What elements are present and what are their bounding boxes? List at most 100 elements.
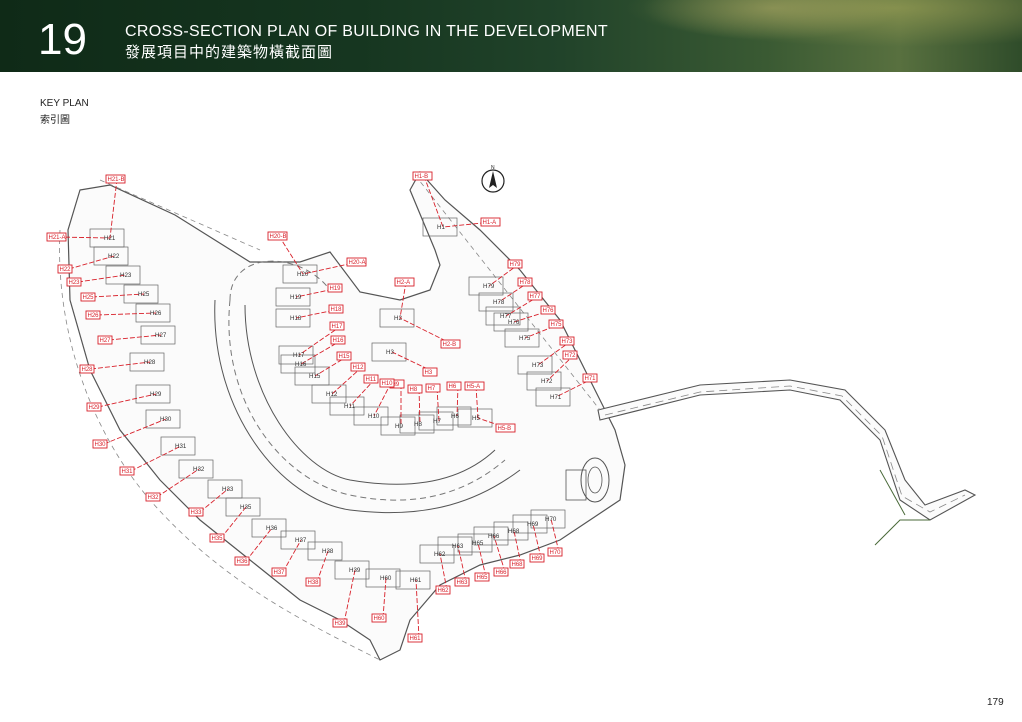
house-label: H37 [295,537,307,544]
house-label: H38 [322,548,334,555]
section-tag: H63 [454,577,470,587]
section-tag-label: H12 [353,365,365,371]
house-label: H12 [326,391,338,398]
house-label: H69 [527,521,539,528]
section-tag-label: H76 [543,308,555,314]
house-label: H10 [368,413,380,420]
section-tag-label: H2-A [397,280,411,286]
house-label: H78 [493,299,505,306]
section-tag: H21-B [105,174,126,184]
section-tag: H37 [271,567,287,577]
house-label: H60 [380,575,392,582]
house-label: H27 [155,332,167,339]
house-label: H16 [295,361,307,368]
section-tag-label: H20-B [270,234,287,240]
section-tag-label: H22 [60,267,72,273]
section-tag-label: H71 [585,376,597,382]
section-tag-label: H18 [331,307,343,313]
section-tag-label: H73 [562,339,574,345]
house-label: H11 [344,403,355,410]
section-tag: H16 [330,335,346,345]
section-tag: H20-B [267,231,288,241]
house-label: H31 [175,443,187,450]
house-label: H8 [414,421,422,428]
section-tag-label: H63 [457,580,469,586]
house-label: H77 [500,313,512,320]
section-tag: H76 [540,305,556,315]
section-tag: H20-A [346,257,367,267]
section-tag-label: H39 [335,621,347,627]
section-tag: H35 [209,533,225,543]
section-tag: H66 [493,567,509,577]
section-tag-label: H16 [333,338,345,344]
house-label: H23 [120,272,132,279]
section-tag-label: H15 [339,354,351,360]
section-tag-label: H23 [69,280,81,286]
section-tag-label: H36 [237,559,249,565]
house-label: H30 [160,416,172,423]
section-tag-label: H29 [89,405,101,411]
section-tag: H68 [509,559,525,569]
section-tag: H69 [529,553,545,563]
house-label: H32 [193,466,205,473]
house-label: H2 [394,315,402,322]
house-label: H68 [508,528,520,535]
section-tag-label: H38 [308,580,320,586]
section-tag: H28 [79,364,95,374]
section-tag: H21-A [46,232,67,242]
section-tag: H60 [371,613,387,623]
section-tag-label: H60 [374,616,386,622]
house-label: H79 [483,283,495,290]
site-boundary [67,170,626,661]
section-tag: H39 [332,618,348,628]
section-tag: H78 [517,277,533,287]
section-tag: H5-A [464,381,485,391]
section-tag-label: H75 [551,322,563,328]
house-label: H36 [266,525,278,532]
section-tag: H29 [86,402,102,412]
section-tag-label: H26 [88,313,100,319]
section-tag-label: H72 [565,353,577,359]
section-tag: H36 [234,556,250,566]
house-label: H17 [293,352,305,359]
section-tag-label: H11 [366,377,377,383]
section-tag: H15 [336,351,352,361]
section-tag-label: H69 [532,556,544,562]
section-tag: H32 [145,492,161,502]
section-tag-label: H62 [438,588,450,594]
section-tag: H38 [305,577,321,587]
section-tag-label: H61 [410,636,422,642]
section-tag: H7 [425,383,441,393]
section-tag: H8 [407,384,423,394]
section-tag: H2-B [440,339,461,349]
house-label: H33 [222,486,234,493]
section-tag-label: H21-B [108,177,125,183]
house-label: H25 [138,291,150,298]
house-label: H5 [472,415,480,422]
house-label: H20 [297,271,309,278]
section-tag-label: H28 [82,367,94,373]
section-tag-label: H20-A [349,260,366,266]
section-tag-label: H79 [510,262,522,268]
section-tag: H75 [548,319,564,329]
house-label: H29 [150,391,162,398]
section-tag: H23 [66,277,82,287]
section-tag: H3 [422,367,438,377]
section-tag-label: H10 [382,381,394,387]
house-label: H70 [545,516,557,523]
house-label: H22 [108,253,120,260]
section-tag: H1-B [412,171,433,181]
section-tag: H30 [92,439,108,449]
section-tag: H27 [97,335,113,345]
key-plan-drawing: H1H2H3H5H6H7H8H9H10H11H12H15H16H17H18H19… [46,165,977,661]
section-tag-label: H17 [332,324,344,330]
house-label: H76 [508,319,520,326]
north-arrow-icon: N [481,165,505,193]
section-tag-label: H1-A [483,220,497,226]
section-tag: H70 [547,547,563,557]
section-tag-label: H25 [83,295,95,301]
section-tag-label: H21-A [49,235,66,241]
house-label: H61 [410,577,422,584]
section-tag-label: H37 [274,570,286,576]
house-label: H1 [437,224,445,231]
